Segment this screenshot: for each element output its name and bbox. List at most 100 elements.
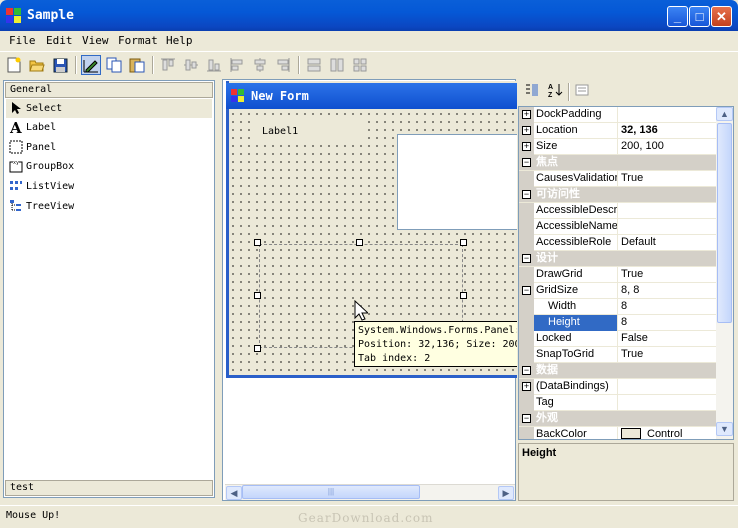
toolbox-footer[interactable]: test <box>5 480 213 496</box>
property-value[interactable]: 8, 8 <box>619 283 718 299</box>
collapse-icon[interactable]: − <box>522 254 531 263</box>
scroll-down-button[interactable]: ▼ <box>716 422 733 436</box>
align-bottom-button[interactable] <box>204 55 224 75</box>
property-category[interactable]: − 数据 <box>519 363 718 379</box>
scroll-left-button[interactable]: ◀ <box>226 486 242 500</box>
scroll-up-button[interactable]: ▲ <box>716 107 733 121</box>
property-row[interactable]: AccessibleName <box>519 219 718 235</box>
property-category[interactable]: − 外观 <box>519 411 718 427</box>
maximize-button[interactable]: □ <box>689 6 710 27</box>
resize-handle[interactable] <box>254 292 261 299</box>
property-value[interactable]: True <box>619 171 718 187</box>
expand-icon[interactable]: + <box>522 142 531 151</box>
tool-select[interactable]: Select <box>6 99 212 118</box>
property-value[interactable]: 8 <box>619 299 718 315</box>
property-category[interactable]: − 可访问性 <box>519 187 718 203</box>
property-value[interactable] <box>619 219 718 235</box>
align-left-button[interactable] <box>227 55 247 75</box>
same-size-button[interactable] <box>350 55 370 75</box>
menu-format[interactable]: Format <box>118 34 158 47</box>
property-value[interactable] <box>619 203 718 219</box>
property-row[interactable]: + (DataBindings) <box>519 379 718 395</box>
align-center-button[interactable] <box>250 55 270 75</box>
property-value[interactable]: True <box>619 267 718 283</box>
open-button[interactable] <box>27 55 47 75</box>
toolbox-header[interactable]: General <box>5 82 213 98</box>
collapse-icon[interactable]: − <box>522 414 531 423</box>
property-value[interactable]: 200, 100 <box>619 139 718 155</box>
title-bar[interactable]: Sample _ □ ✕ <box>0 0 738 31</box>
property-pages-button[interactable] <box>572 80 592 100</box>
save-button[interactable] <box>50 55 70 75</box>
tool-listview[interactable]: ListView <box>6 177 212 196</box>
textbox-control[interactable] <box>397 134 517 230</box>
same-height-button[interactable] <box>327 55 347 75</box>
property-row[interactable]: − GridSize 8, 8 <box>519 283 718 299</box>
resize-handle[interactable] <box>460 292 467 299</box>
tool-treeview[interactable]: TreeView <box>6 197 212 216</box>
collapse-icon[interactable]: − <box>522 286 531 295</box>
property-category[interactable]: − 焦点 <box>519 155 718 171</box>
collapse-icon[interactable]: − <box>522 366 531 375</box>
scroll-right-button[interactable]: ▶ <box>498 486 514 500</box>
collapse-icon[interactable]: − <box>522 190 531 199</box>
property-row[interactable]: BackColor Control <box>519 427 718 439</box>
property-value[interactable]: 8 <box>619 315 718 331</box>
tool-label-control[interactable]: A Label <box>6 118 212 137</box>
align-right-button[interactable] <box>273 55 293 75</box>
copy-button[interactable] <box>104 55 124 75</box>
show-grid-button[interactable] <box>81 55 101 75</box>
menu-help[interactable]: Help <box>166 34 193 47</box>
categorized-button[interactable] <box>522 80 542 100</box>
property-list[interactable]: + DockPadding + Location 32, 136 + Size 200, 10… <box>518 106 734 440</box>
label1-control[interactable]: Label1 <box>255 121 362 143</box>
property-value[interactable] <box>619 379 718 395</box>
same-width-button[interactable] <box>304 55 324 75</box>
form-title-bar[interactable]: New Form <box>226 83 520 109</box>
property-value[interactable] <box>619 395 718 411</box>
resize-handle[interactable] <box>254 345 261 352</box>
resize-handle[interactable] <box>460 239 467 246</box>
property-row[interactable]: Locked False <box>519 331 718 347</box>
align-top-button[interactable] <box>158 55 178 75</box>
menu-edit[interactable]: Edit <box>46 34 73 47</box>
property-value[interactable]: Default <box>619 235 718 251</box>
property-value[interactable]: 32, 136 <box>619 123 718 139</box>
property-row[interactable]: Tag <box>519 395 718 411</box>
property-row[interactable]: Height 8 <box>519 315 718 331</box>
property-value[interactable] <box>619 107 718 123</box>
property-row[interactable]: + Size 200, 100 <box>519 139 718 155</box>
resize-handle[interactable] <box>254 239 261 246</box>
property-row[interactable]: + DockPadding <box>519 107 718 123</box>
row-gutter <box>519 235 534 251</box>
menu-view[interactable]: View <box>82 34 109 47</box>
alphabetical-button[interactable]: AZ <box>545 80 565 100</box>
minimize-button[interactable]: _ <box>667 6 688 27</box>
property-row[interactable]: Width 8 <box>519 299 718 315</box>
property-row[interactable]: AccessibleRole Default <box>519 235 718 251</box>
scrollbar-thumb[interactable]: ||| <box>242 485 420 499</box>
resize-handle[interactable] <box>356 239 363 246</box>
expand-icon[interactable]: + <box>522 382 531 391</box>
tool-panel[interactable]: Panel <box>6 138 212 157</box>
property-value[interactable]: Control <box>619 427 718 439</box>
new-button[interactable] <box>4 55 24 75</box>
property-value[interactable]: True <box>619 347 718 363</box>
expand-icon[interactable]: + <box>522 126 531 135</box>
tool-groupbox[interactable]: xy GroupBox <box>6 157 212 176</box>
align-middle-button[interactable] <box>181 55 201 75</box>
paste-button[interactable] <box>127 55 147 75</box>
collapse-icon[interactable]: − <box>522 158 531 167</box>
close-button[interactable]: ✕ <box>711 6 732 27</box>
property-row[interactable]: AccessibleDescription <box>519 203 718 219</box>
property-row[interactable]: DrawGrid True <box>519 267 718 283</box>
scrollbar-thumb[interactable] <box>717 123 732 323</box>
property-row[interactable]: SnapToGrid True <box>519 347 718 363</box>
property-category[interactable]: − 设计 <box>519 251 718 267</box>
expand-icon[interactable]: + <box>522 110 531 119</box>
property-value[interactable]: False <box>619 331 718 347</box>
property-row[interactable]: CausesValidation True <box>519 171 718 187</box>
property-row[interactable]: + Location 32, 136 <box>519 123 718 139</box>
menu-file[interactable]: File <box>9 34 36 47</box>
property-name: (DataBindings) <box>534 379 618 395</box>
